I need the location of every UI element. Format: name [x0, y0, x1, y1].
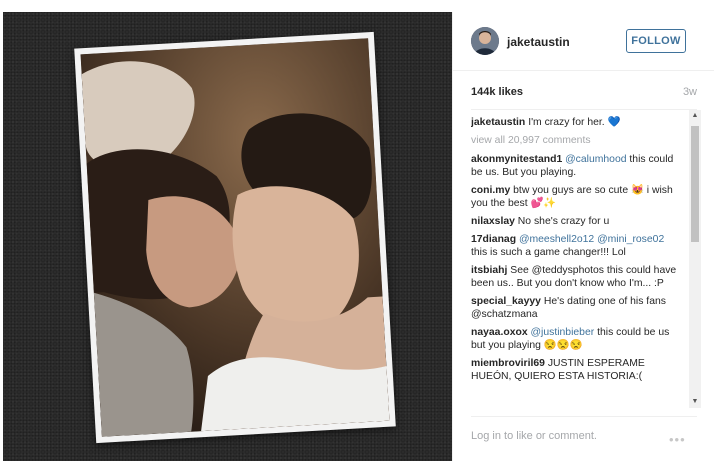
comment-username[interactable]: nayaa.oxox [471, 327, 528, 338]
comment-username[interactable]: coni.my [471, 185, 510, 196]
comments-scrollbar[interactable]: ▲ ▼ [689, 110, 701, 408]
comment-item: miembroviril69 JUSTIN ESPERAME HUEÓN, QU… [471, 357, 683, 383]
comment-username[interactable]: itsbiahj [471, 265, 507, 276]
caption-text: I'm crazy for her. 💙 [528, 117, 621, 128]
follow-button[interactable]: FOLLOW [626, 29, 686, 53]
more-dots-icon[interactable]: ••• [669, 432, 686, 447]
comment-item: special_kayyy He's dating one of his fan… [471, 295, 683, 321]
comment-mention[interactable]: @calumhood [565, 154, 626, 165]
comment-username[interactable]: miembroviril69 [471, 358, 545, 369]
comment-username[interactable]: special_kayyy [471, 296, 541, 307]
caption-username[interactable]: jaketaustin [471, 117, 525, 128]
scrollbar-thumb[interactable] [691, 126, 699, 242]
comment-item: akonmynitestand1 @calumhood this could b… [471, 153, 683, 179]
instagram-post-embed: jaketaustin FOLLOW 144k likes 3w jaketau… [0, 0, 714, 473]
comment-username[interactable]: 17dianag [471, 234, 516, 245]
comment-username[interactable]: nilaxslay [471, 216, 515, 227]
comment-text: No she's crazy for u [517, 216, 610, 227]
post-photo-area[interactable] [3, 12, 452, 461]
scroll-down-arrow-icon[interactable]: ▼ [689, 396, 701, 408]
divider [471, 109, 697, 110]
post-sidebar: jaketaustin FOLLOW 144k likes 3w jaketau… [452, 12, 714, 461]
comments-list[interactable]: jaketaustin I'm crazy for her. 💙 view al… [471, 116, 683, 408]
comment-item: itsbiahj See @teddysphotos this could ha… [471, 264, 683, 290]
username-link[interactable]: jaketaustin [507, 35, 570, 49]
avatar[interactable] [471, 27, 499, 55]
scroll-up-arrow-icon[interactable]: ▲ [689, 110, 701, 122]
comment-item: coni.my btw you guys are so cute 😻 i wis… [471, 184, 683, 210]
post-header: jaketaustin FOLLOW [453, 12, 714, 71]
divider [471, 416, 697, 417]
comment-username[interactable]: akonmynitestand1 [471, 154, 562, 165]
comment-item: nilaxslay No she's crazy for u [471, 215, 683, 228]
comment-mention[interactable]: @justinbieber [531, 327, 595, 338]
likes-row: 144k likes 3w [471, 86, 697, 102]
post-image [80, 38, 390, 437]
polaroid-photo [74, 31, 396, 444]
comment-item: nayaa.oxox @justinbieber this could be u… [471, 326, 683, 352]
comment-mention[interactable]: @meeshell2o12 @mini_rose02 [519, 234, 664, 245]
caption: jaketaustin I'm crazy for her. 💙 [471, 116, 683, 129]
view-all-comments-link[interactable]: view all 20,997 comments [471, 134, 683, 147]
login-prompt[interactable]: Log in to like or comment. [471, 430, 597, 442]
comment-text: this is such a game changer!!! Lol [471, 247, 626, 258]
comment-item: 17dianag @meeshell2o12 @mini_rose02 this… [471, 233, 683, 259]
post-age[interactable]: 3w [683, 86, 697, 98]
comment-container: akonmynitestand1 @calumhood this could b… [471, 153, 683, 383]
likes-count[interactable]: 144k likes [471, 86, 523, 98]
